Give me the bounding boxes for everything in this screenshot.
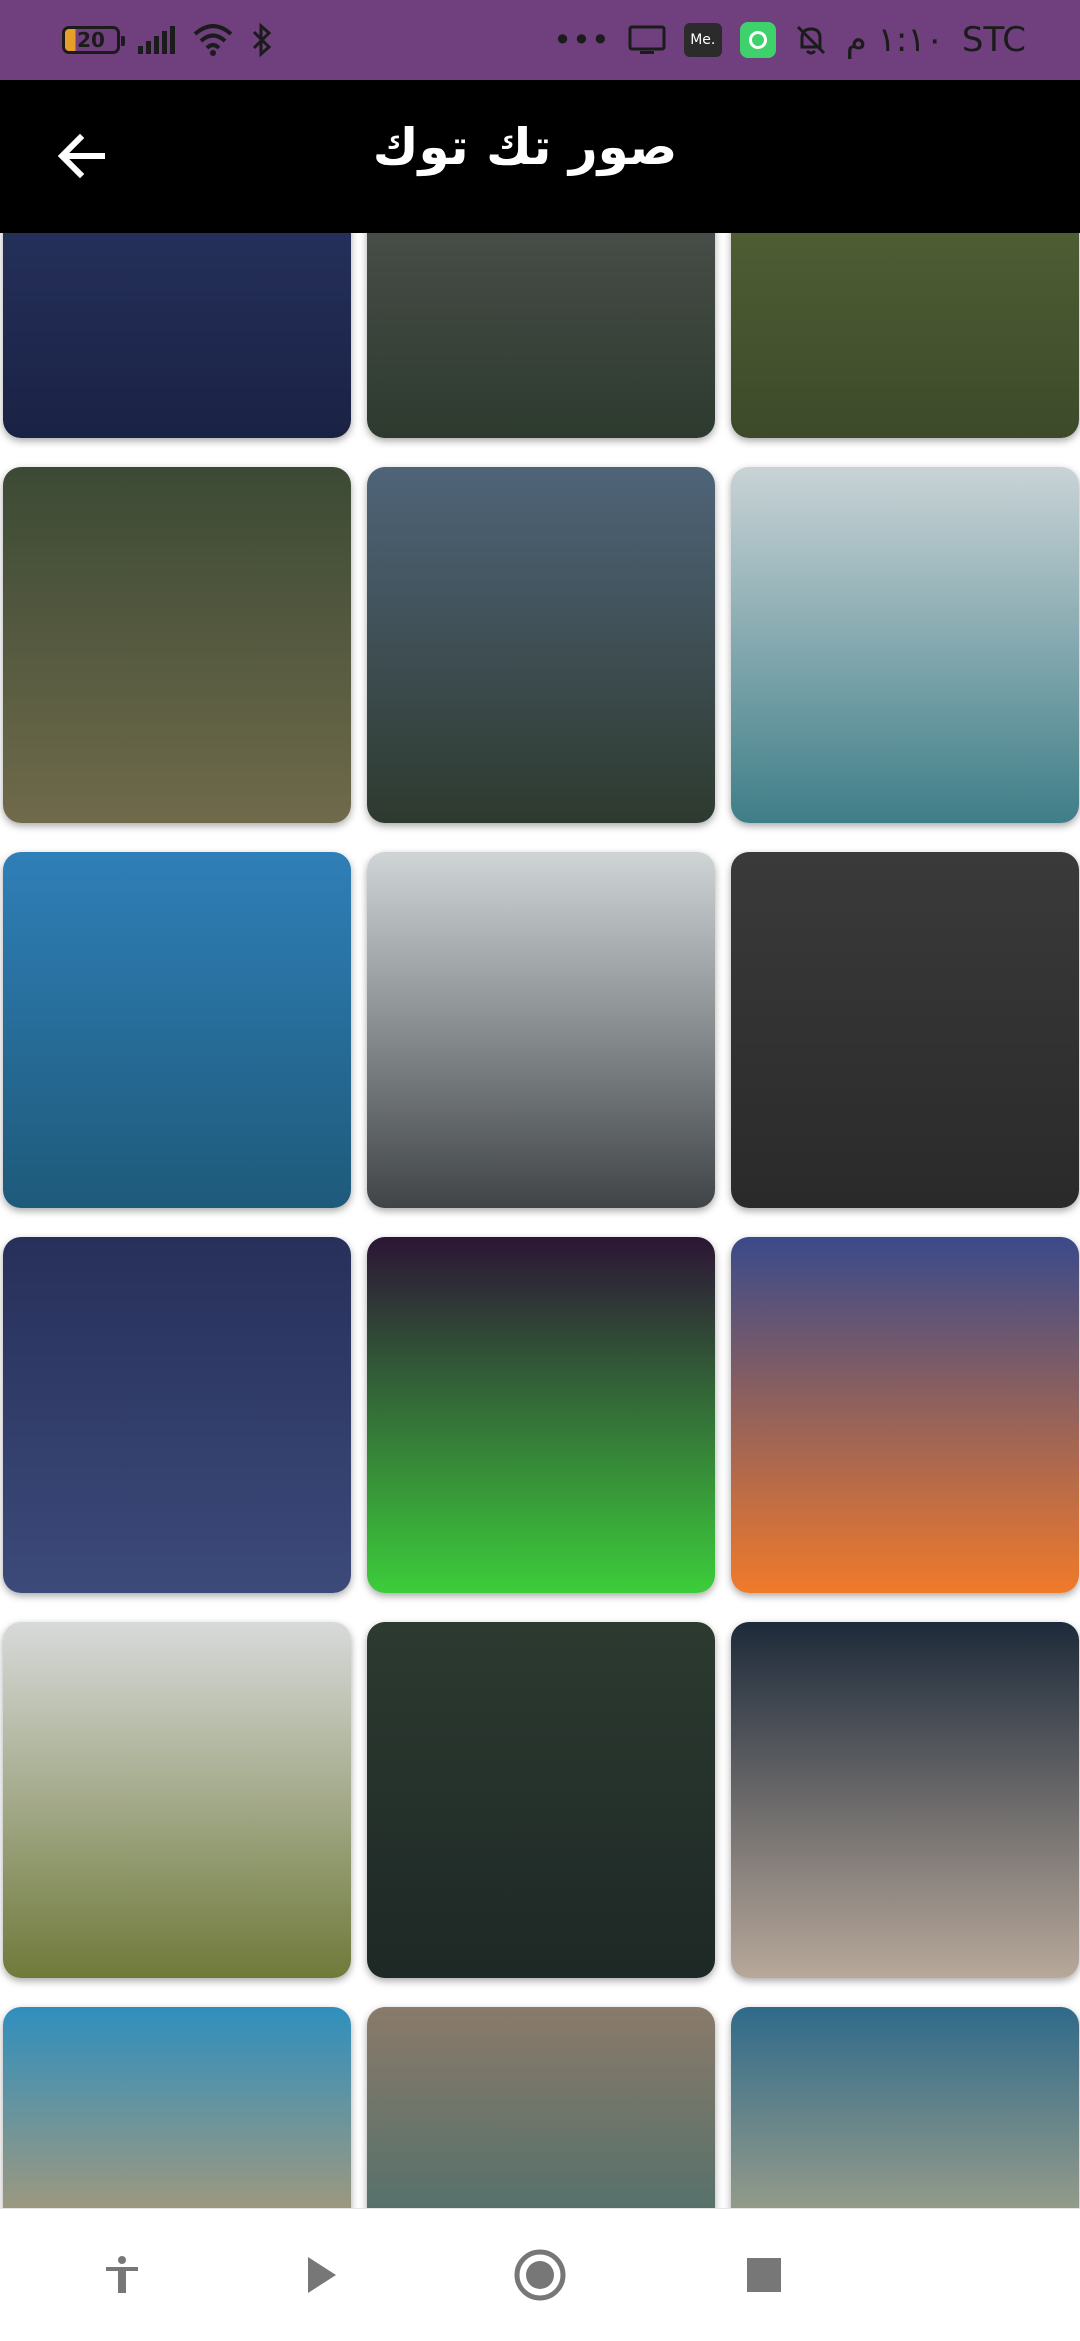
image-tile-mountain-forest-sunset[interactable] — [367, 467, 715, 823]
play-button[interactable] — [290, 2245, 350, 2305]
image-tile-island-aerial[interactable] — [3, 852, 351, 1208]
image-tile-beach-sunset[interactable] — [3, 2007, 351, 2208]
image-tile-partial-night-sky[interactable] — [3, 233, 351, 438]
image-tile-empty-road[interactable] — [367, 852, 715, 1208]
accessibility-button[interactable] — [92, 2245, 152, 2305]
image-tile-tropical-beach[interactable] — [731, 2007, 1079, 2208]
stop-icon — [747, 2258, 781, 2292]
image-tile-leaf-on-water[interactable] — [731, 1622, 1079, 1978]
image-tile-partial-dark-forest[interactable] — [367, 233, 715, 438]
page-title: صور تك توك — [372, 118, 678, 176]
stop-button[interactable] — [734, 2245, 794, 2305]
wifi-icon — [193, 24, 233, 56]
bottom-navigation — [0, 2208, 1080, 2341]
image-tile-forest-cabin[interactable] — [3, 467, 351, 823]
me-app-icon: Me. — [683, 23, 722, 57]
play-icon — [308, 2257, 336, 2293]
status-bar: 20 ••• Me. ١:١٠ م STC — [0, 0, 1080, 80]
signal-icon — [138, 26, 175, 54]
image-tile-lake-valley[interactable] — [731, 467, 1079, 823]
image-tile-sunset-over-water[interactable] — [731, 1237, 1079, 1593]
record-button[interactable] — [510, 2245, 570, 2305]
mute-bell-icon — [796, 25, 825, 55]
bluetooth-icon — [252, 23, 272, 57]
carrier-name: STC — [961, 20, 1026, 60]
image-tile-sea-cliff[interactable] — [367, 2007, 715, 2208]
battery-level: 20 — [77, 28, 105, 52]
me-app-label: Me. — [690, 32, 716, 48]
green-app-icon — [739, 22, 776, 58]
image-tile-starry-sea-sailboat[interactable] — [3, 1237, 351, 1593]
overflow-icon: ••• — [553, 21, 610, 59]
record-icon — [514, 2249, 566, 2301]
top-app-bar: صور تك توك — [0, 80, 1080, 233]
image-tile-meadow-forest[interactable] — [3, 1622, 351, 1978]
image-tile-aurora[interactable] — [367, 1237, 715, 1593]
screen-icon — [628, 25, 666, 54]
image-tile-dark-leaves[interactable] — [731, 852, 1079, 1208]
image-grid[interactable] — [0, 233, 1080, 2208]
battery-icon: 20 — [62, 26, 125, 54]
clock-time: ١:١٠ م — [845, 20, 944, 60]
image-tile-partial-moss[interactable] — [731, 233, 1079, 438]
image-tile-forest-road[interactable] — [367, 1622, 715, 1978]
accessibility-icon — [106, 2256, 138, 2293]
